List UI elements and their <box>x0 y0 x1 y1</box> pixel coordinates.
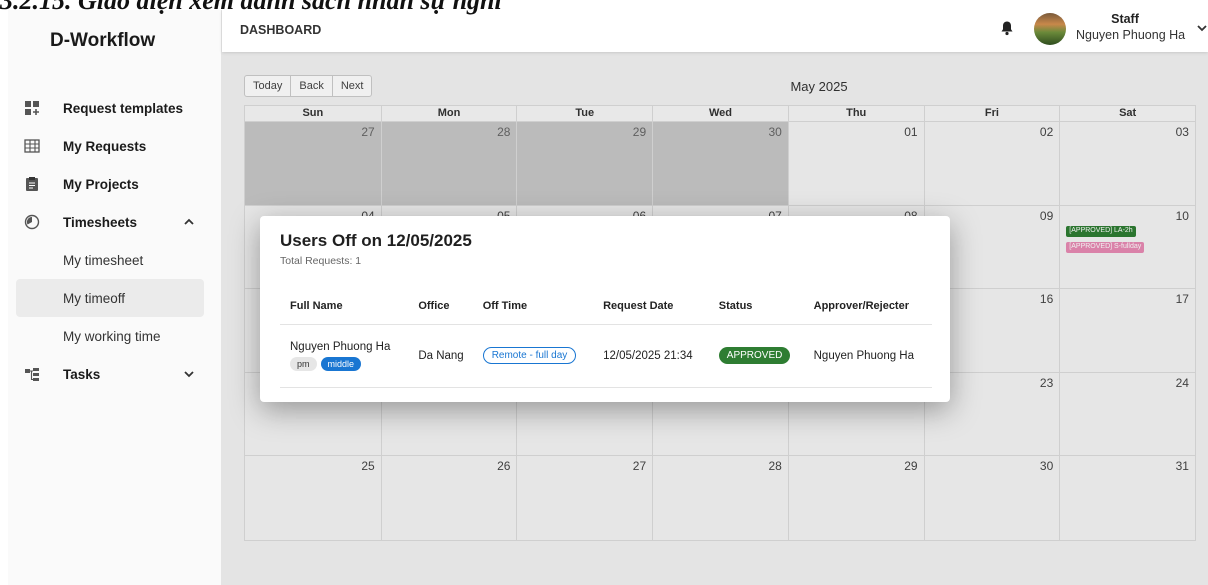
request-date-cell: 12/05/2025 21:34 <box>593 324 709 388</box>
users-off-dialog: Users Off on 12/05/2025 Total Requests: … <box>260 216 950 402</box>
status-cell: APPROVED <box>708 324 804 388</box>
bell-icon[interactable] <box>1000 20 1014 36</box>
chevron-up-icon[interactable] <box>182 215 196 229</box>
page-title: DASHBOARD <box>240 23 322 37</box>
sidebar-item-my-projects[interactable]: My Projects <box>8 165 222 203</box>
sidebar-item-label: Tasks <box>63 366 101 382</box>
sidebar: D-Workflow Request templates My Requests… <box>8 10 222 585</box>
column-header: Full Name <box>280 288 409 325</box>
off-time-cell: Remote - full day <box>472 324 594 388</box>
table-row[interactable]: Nguyen Phuong Ha pm middle Da Nang Remot… <box>280 324 932 388</box>
full-name: Nguyen Phuong Ha <box>290 340 391 353</box>
template-add-icon <box>25 101 39 115</box>
sidebar-item-label: Request templates <box>63 100 184 116</box>
app-window: D-Workflow Request templates My Requests… <box>8 10 1208 585</box>
sidebar-item-label: My Projects <box>63 176 139 192</box>
full-name-cell: Nguyen Phuong Ha pm middle <box>280 324 409 388</box>
off-time-chip: Remote - full day <box>482 347 577 364</box>
avatar[interactable] <box>1034 13 1066 45</box>
sidebar-item-tasks[interactable]: Tasks <box>8 355 222 393</box>
sidebar-item-my-working-time[interactable]: My working time <box>8 317 222 355</box>
brand-logo[interactable]: D-Workflow <box>50 30 155 52</box>
column-header: Approver/Rejecter <box>803 288 932 325</box>
status-badge: APPROVED <box>718 347 791 364</box>
column-header: Status <box>708 288 804 325</box>
sidebar-nav: Request templates My Requests My Project… <box>8 89 222 393</box>
user-name[interactable]: Nguyen Phuong Ha <box>1070 28 1200 42</box>
sidebar-item-my-timesheet[interactable]: My timesheet <box>8 241 222 279</box>
user-role: Staff <box>1111 12 1139 26</box>
sidebar-item-timesheets[interactable]: Timesheets <box>8 203 222 241</box>
column-header: Office <box>408 288 473 325</box>
clipboard-icon <box>26 177 38 191</box>
role-tag: pm <box>290 356 317 371</box>
dialog-subtitle: Total Requests: 1 <box>280 255 362 267</box>
table-header-row: Full Name Office Off Time Request Date S… <box>280 288 932 325</box>
document-heading: 3.2.15. Giao diện xem danh sách nhân sự … <box>0 0 502 15</box>
sidebar-item-label: Timesheets <box>63 214 138 230</box>
column-header: Request Date <box>593 288 709 325</box>
sidebar-item-my-requests[interactable]: My Requests <box>8 127 222 165</box>
tasks-icon <box>25 368 39 381</box>
chevron-down-icon[interactable] <box>1196 22 1208 34</box>
level-tag: middle <box>320 356 362 371</box>
sidebar-item-request-templates[interactable]: Request templates <box>8 89 222 127</box>
sidebar-item-my-timeoff[interactable]: My timeoff <box>16 279 204 317</box>
tag-list: pm middle <box>290 356 408 371</box>
office-cell: Da Nang <box>408 324 473 388</box>
dialog-title: Users Off on 12/05/2025 <box>280 231 472 250</box>
top-bar: DASHBOARD Staff Nguyen Phuong Ha <box>222 10 1208 52</box>
chevron-down-icon[interactable] <box>182 367 196 381</box>
approver-cell: Nguyen Phuong Ha <box>803 324 932 388</box>
sidebar-item-label: My Requests <box>63 138 147 154</box>
grid-table-icon <box>24 139 40 153</box>
clock-icon <box>24 214 40 230</box>
users-off-table: Full Name Office Off Time Request Date S… <box>280 288 932 388</box>
column-header: Off Time <box>472 288 594 325</box>
